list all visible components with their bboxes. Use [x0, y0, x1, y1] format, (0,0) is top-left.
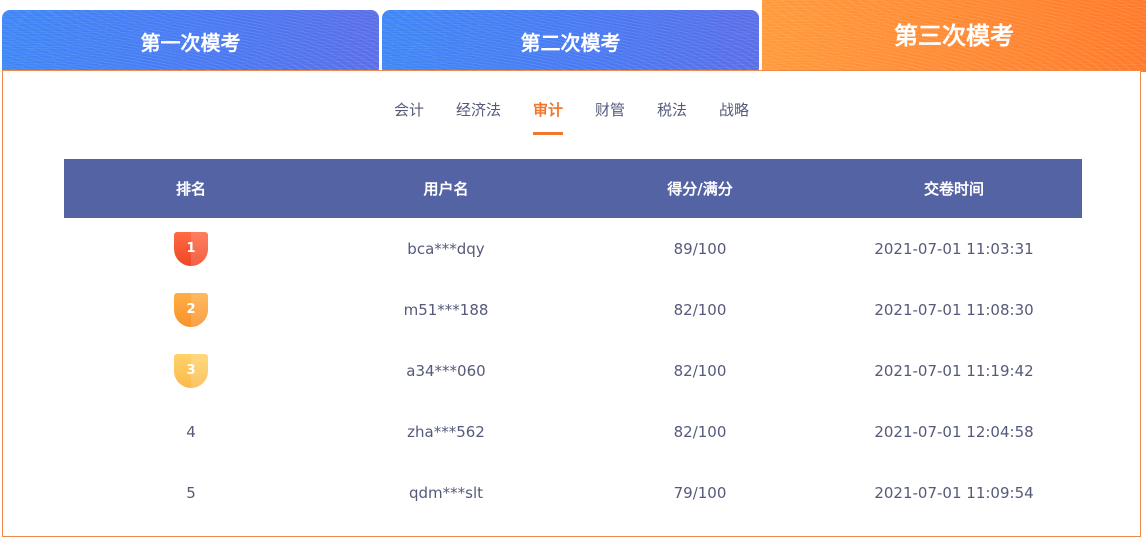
tab-third-mock-exam[interactable]: 第三次模考 [762, 0, 1146, 72]
tab-label: 第二次模考 [520, 30, 621, 55]
username-cell: bca***dqy [407, 239, 485, 258]
score-cell: 79/100 [673, 483, 727, 502]
username-cell: qdm***slt [408, 483, 484, 502]
rank-cell: 4 [186, 422, 196, 441]
table-row: 3 a34***060 82/100 2021-07-01 11:19:42 [64, 340, 1082, 401]
time-cell: 2021-07-01 11:09:54 [874, 483, 1034, 502]
subject-tab-financial-management[interactable]: 财管 [579, 99, 641, 135]
ranking-panel: 会计 经济法 审计 财管 税法 战略 排名 用户名 得分/满分 交卷时间 1 b… [2, 70, 1141, 537]
rank-cell: 3 [64, 340, 318, 401]
time-cell: 2021-07-01 11:03:31 [874, 239, 1034, 258]
tab-label: 第一次模考 [140, 30, 241, 55]
subject-tab-strategy[interactable]: 战略 [703, 99, 765, 135]
header-time: 交卷时间 [923, 180, 984, 198]
table-row: 1 bca***dqy 89/100 2021-07-01 11:03:31 [64, 218, 1082, 279]
rank-cell: 2 [64, 279, 318, 340]
time-cell: 2021-07-01 11:08:30 [874, 300, 1034, 319]
tab-first-mock-exam[interactable]: 第一次模考 [2, 10, 379, 72]
time-cell: 2021-07-01 11:19:42 [874, 361, 1034, 380]
table-header: 排名 用户名 得分/满分 交卷时间 [64, 159, 1082, 218]
subject-tab-economic-law[interactable]: 经济法 [440, 99, 517, 135]
rank-cell: 1 [64, 218, 318, 279]
bronze-medal-icon: 3 [174, 353, 208, 388]
silver-medal-icon: 2 [174, 292, 208, 327]
score-cell: 82/100 [673, 361, 727, 380]
score-cell: 89/100 [673, 239, 727, 258]
exam-tabs: 第一次模考 第二次模考 第三次模考 [0, 0, 1146, 72]
rank-number: 1 [186, 241, 196, 256]
score-cell: 82/100 [673, 300, 727, 319]
header-score: 得分/满分 [667, 180, 733, 198]
rank-number: 3 [186, 363, 196, 378]
rank-number: 2 [186, 302, 196, 317]
table-row: 4 zha***562 82/100 2021-07-01 12:04:58 [64, 401, 1082, 462]
ranking-table: 排名 用户名 得分/满分 交卷时间 1 bca***dqy 89/100 202… [64, 159, 1082, 523]
subject-tab-accounting[interactable]: 会计 [378, 99, 440, 135]
table-row: 5 qdm***slt 79/100 2021-07-01 11:09:54 [64, 462, 1082, 523]
header-rank: 排名 [175, 180, 206, 198]
time-cell: 2021-07-01 12:04:58 [874, 422, 1034, 441]
score-cell: 82/100 [673, 422, 727, 441]
username-cell: a34***060 [406, 361, 486, 380]
username-cell: zha***562 [407, 422, 485, 441]
tab-label: 第三次模考 [894, 21, 1014, 50]
rank-cell: 5 [186, 483, 196, 502]
table-row: 2 m51***188 82/100 2021-07-01 11:08:30 [64, 279, 1082, 340]
subject-tab-tax-law[interactable]: 税法 [641, 99, 703, 135]
tab-second-mock-exam[interactable]: 第二次模考 [382, 10, 759, 72]
subject-tabs: 会计 经济法 审计 财管 税法 战略 [3, 99, 1140, 135]
gold-medal-icon: 1 [174, 231, 208, 266]
username-cell: m51***188 [403, 300, 489, 319]
header-username: 用户名 [423, 180, 469, 198]
subject-tab-audit[interactable]: 审计 [517, 99, 579, 135]
